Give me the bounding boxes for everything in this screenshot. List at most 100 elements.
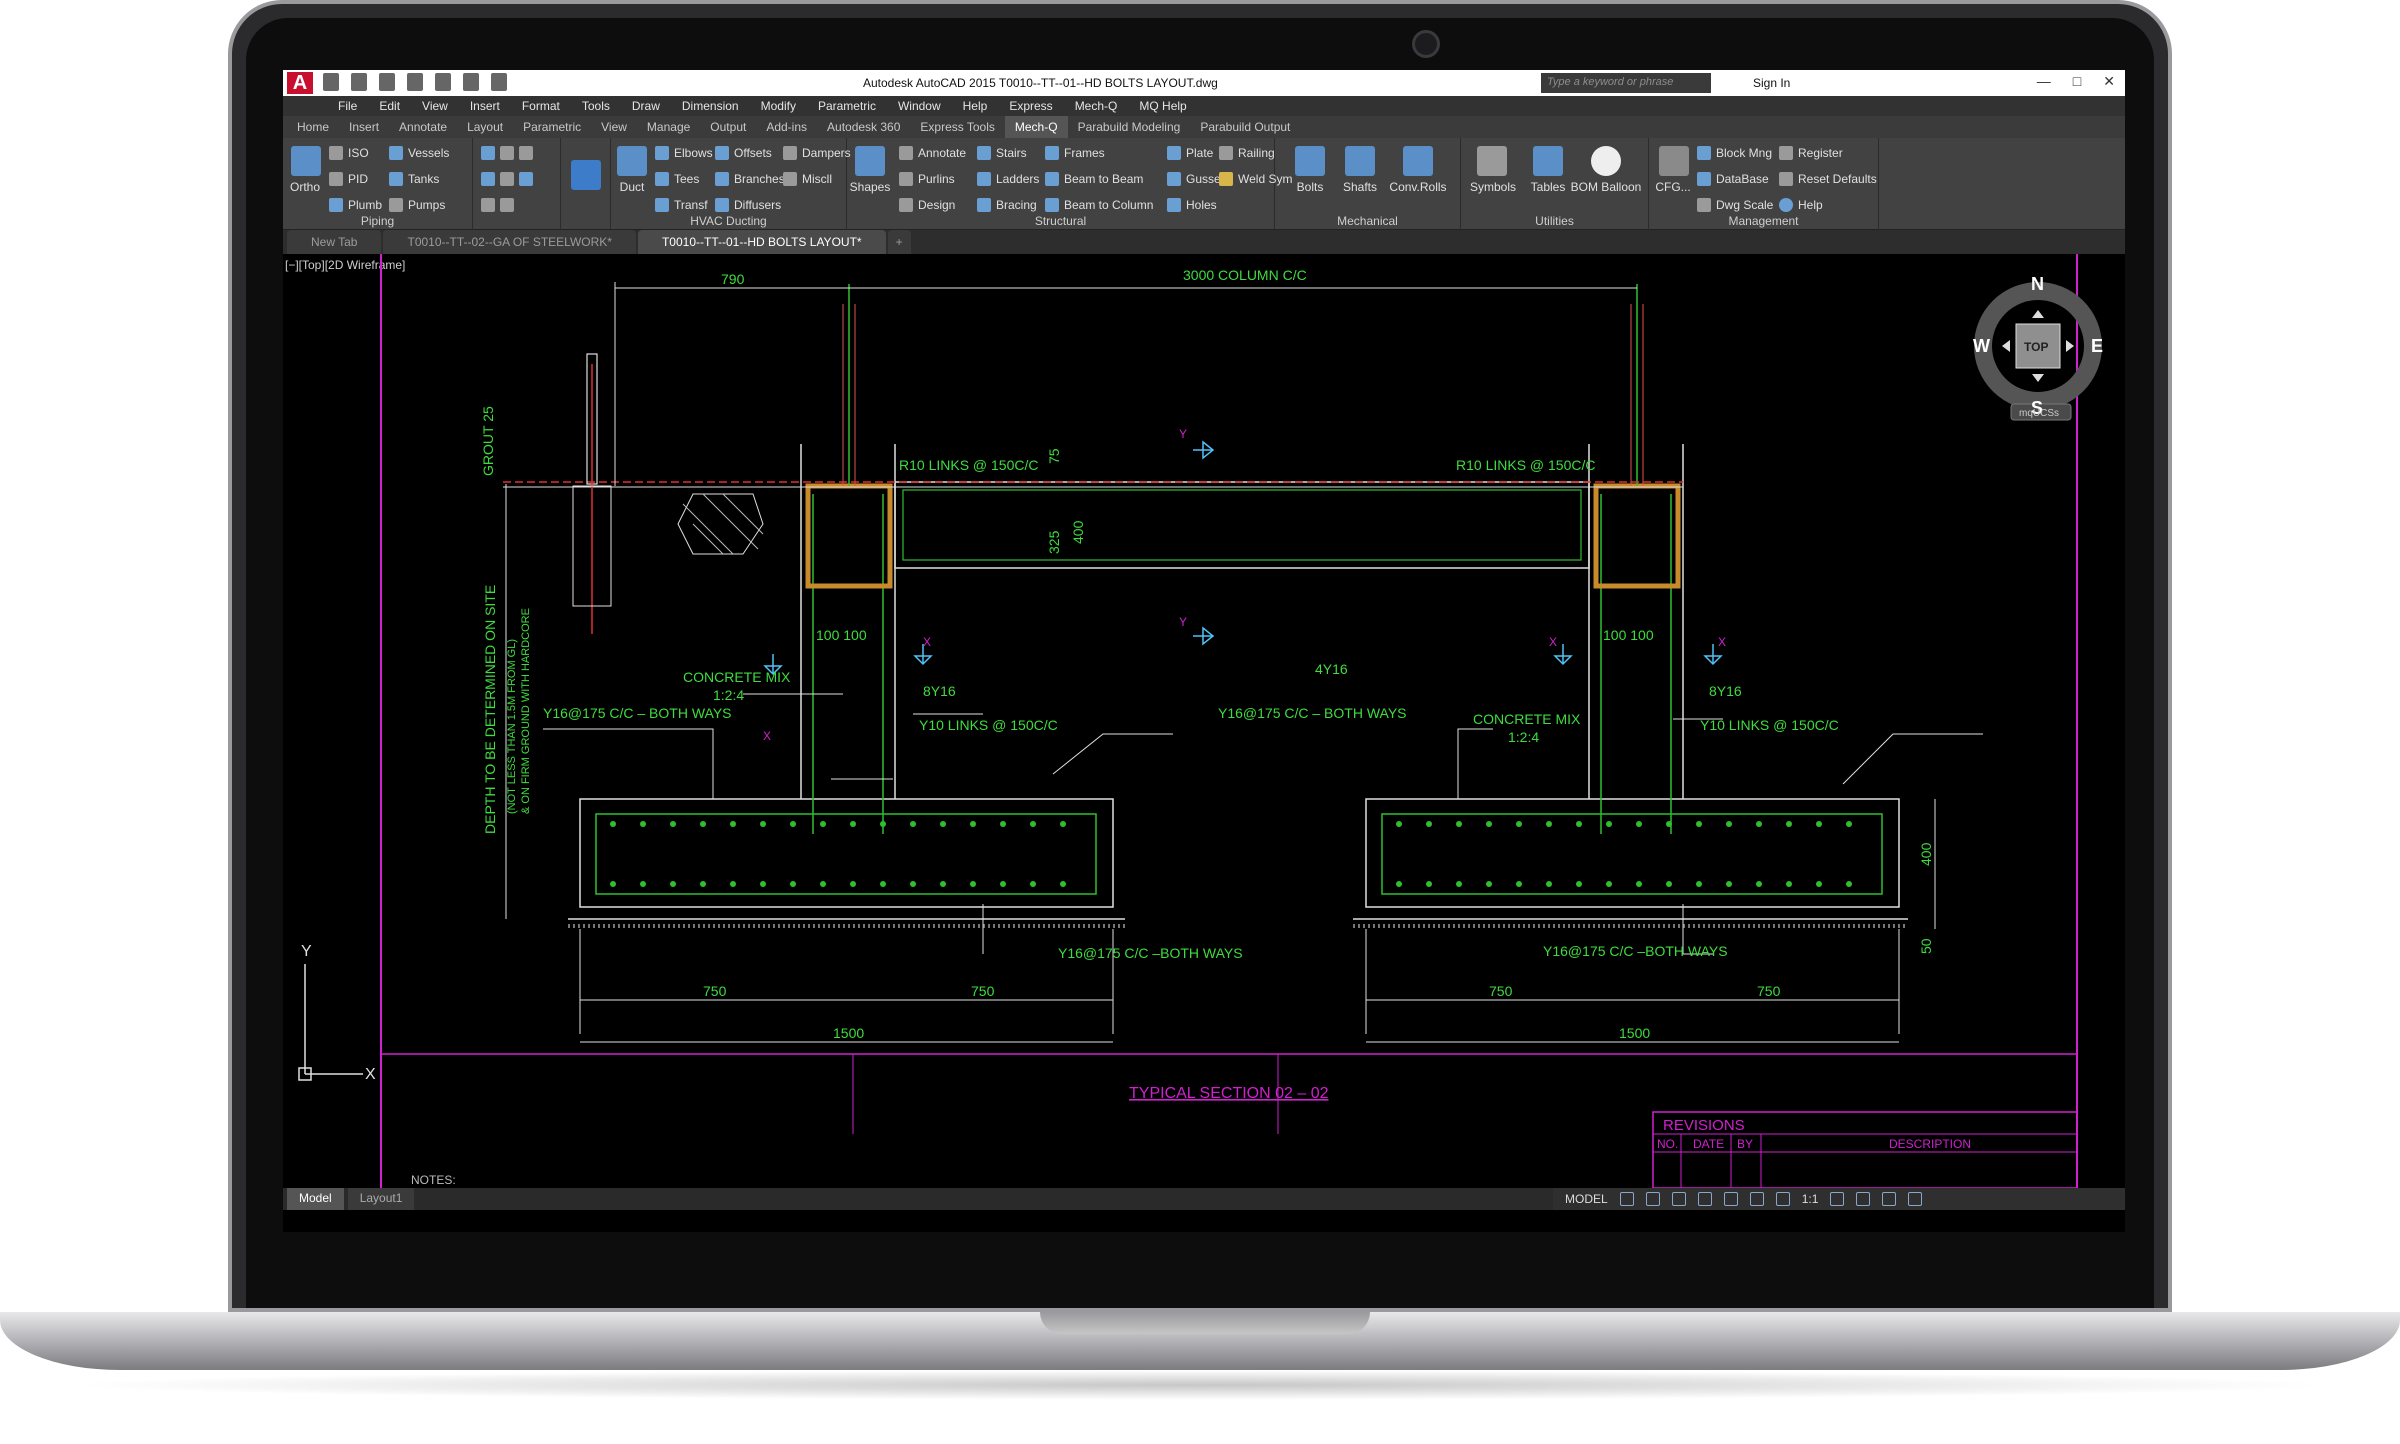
bolts-icon[interactable]	[1295, 146, 1325, 176]
ribbon-tab-express-tools[interactable]: Express Tools	[910, 116, 1004, 138]
tables-icon[interactable]	[1533, 146, 1563, 176]
shapes-button[interactable]: Shapes	[847, 180, 893, 194]
bom-balloon-icon[interactable]	[1591, 146, 1621, 176]
layout-tab-layout1[interactable]: Layout1	[347, 1188, 415, 1210]
piping-tool-2[interactable]	[481, 172, 533, 186]
workspace-gear-icon[interactable]	[1830, 1192, 1845, 1206]
compass-e[interactable]: E	[2091, 336, 2103, 356]
menu-item-dimension[interactable]: Dimension	[671, 96, 750, 116]
open-icon[interactable]	[351, 73, 367, 91]
iso-button[interactable]: ISO	[329, 146, 369, 160]
fullscreen-icon[interactable]	[1882, 1192, 1897, 1206]
menu-item-express[interactable]: Express	[998, 96, 1063, 116]
purlins-button[interactable]: Purlins	[899, 172, 955, 186]
ribbon-tab-manage[interactable]: Manage	[637, 116, 700, 138]
ribbon-tab-insert[interactable]: Insert	[339, 116, 389, 138]
ribbon-tab-mech-q[interactable]: Mech-Q	[1004, 116, 1068, 138]
file-tab-1[interactable]: New Tab	[287, 230, 382, 254]
polar-icon[interactable]	[1697, 1192, 1712, 1206]
gusset-button[interactable]: Gusset	[1167, 172, 1224, 186]
plumb-button[interactable]: Plumb	[329, 198, 382, 212]
menu-item-tools[interactable]: Tools	[571, 96, 621, 116]
object-snap-icon[interactable]	[1723, 1192, 1738, 1206]
drawing-canvas[interactable]: [−][Top][2D Wireframe] Y X 790 3000 COLU…	[283, 254, 2125, 1188]
arrow-tool-icon[interactable]	[571, 160, 601, 190]
save-as-icon[interactable]	[407, 73, 423, 91]
block-mng-button[interactable]: Block Mng	[1697, 146, 1772, 160]
model-space-button[interactable]: MODEL	[1565, 1192, 1608, 1206]
tees-button[interactable]: Tees	[655, 172, 699, 186]
ribbon-tab-add-ins[interactable]: Add-ins	[756, 116, 817, 138]
pid-button[interactable]: PID	[329, 172, 368, 186]
menu-item-view[interactable]: View	[411, 96, 459, 116]
stairs-button[interactable]: Stairs	[977, 146, 1027, 160]
annotation-scale[interactable]: 1:1	[1802, 1192, 1819, 1206]
cfg-button[interactable]: CFG...	[1651, 180, 1695, 194]
piping-tool-3[interactable]	[481, 198, 514, 212]
bolts-button[interactable]: Bolts	[1285, 180, 1335, 194]
menu-item-edit[interactable]: Edit	[368, 96, 411, 116]
lineweight-icon[interactable]	[1749, 1192, 1764, 1206]
help-button[interactable]: Help	[1779, 198, 1823, 212]
search-input[interactable]: Type a keyword or phrase	[1541, 73, 1711, 93]
ladders-button[interactable]: Ladders	[977, 172, 1039, 186]
plate-button[interactable]: Plate	[1167, 146, 1213, 160]
snap-icon[interactable]	[1645, 1192, 1660, 1206]
piping-tool-1[interactable]	[481, 146, 533, 160]
customize-icon[interactable]	[1908, 1192, 1923, 1206]
menu-item-format[interactable]: Format	[511, 96, 571, 116]
ortho-button[interactable]: Ortho	[285, 180, 325, 194]
dwg-scale-button[interactable]: Dwg Scale	[1697, 198, 1773, 212]
undo-icon[interactable]	[463, 73, 479, 91]
symbols-button[interactable]: Symbols	[1465, 180, 1521, 194]
sign-in-button[interactable]: Sign In	[1753, 76, 1790, 90]
save-icon[interactable]	[379, 73, 395, 91]
symbols-icon[interactable]	[1477, 146, 1507, 176]
new-tab-plus-icon[interactable]: +	[887, 230, 911, 254]
shafts-icon[interactable]	[1345, 146, 1375, 176]
menu-item-modify[interactable]: Modify	[750, 96, 807, 116]
menu-item-mq-help[interactable]: MQ Help	[1128, 96, 1197, 116]
bracing-button[interactable]: Bracing	[977, 198, 1037, 212]
cfg-icon[interactable]	[1659, 146, 1689, 176]
ribbon-tab-parabuild-output[interactable]: Parabuild Output	[1190, 116, 1300, 138]
minimize-icon[interactable]: —	[2037, 73, 2051, 90]
ribbon-tab-annotate[interactable]: Annotate	[389, 116, 457, 138]
ribbon-tab-home[interactable]: Home	[287, 116, 339, 138]
menu-item-draw[interactable]: Draw	[621, 96, 671, 116]
conv-rolls-button[interactable]: Conv.Rolls	[1383, 180, 1453, 194]
dampers-button[interactable]: Dampers	[783, 146, 851, 160]
shapes-icon[interactable]	[855, 146, 885, 176]
compass-w[interactable]: W	[1973, 336, 1990, 356]
miscll-button[interactable]: Miscll	[783, 172, 832, 186]
compass-n[interactable]: N	[2031, 274, 2044, 294]
branches-button[interactable]: Branches	[715, 172, 785, 186]
annotation-visibility-icon[interactable]	[1775, 1192, 1790, 1206]
menu-item-file[interactable]: File	[327, 96, 368, 116]
elbows-button[interactable]: Elbows	[655, 146, 713, 160]
beam-to-column-button[interactable]: Beam to Column	[1045, 198, 1153, 212]
new-icon[interactable]	[323, 73, 339, 91]
close-icon[interactable]: ✕	[2103, 73, 2115, 90]
conv-rolls-icon[interactable]	[1403, 146, 1433, 176]
menu-item-help[interactable]: Help	[952, 96, 999, 116]
pumps-button[interactable]: Pumps	[389, 198, 445, 212]
ortho-icon[interactable]	[291, 146, 321, 176]
grid-icon[interactable]	[1619, 1192, 1634, 1206]
reset-defaults-button[interactable]: Reset Defaults	[1779, 172, 1877, 186]
vessels-button[interactable]: Vessels	[389, 146, 449, 160]
menu-item-insert[interactable]: Insert	[459, 96, 511, 116]
ribbon-tab-view[interactable]: View	[591, 116, 637, 138]
isolate-icon[interactable]	[1856, 1192, 1871, 1206]
railing-button[interactable]: Railing	[1219, 146, 1275, 160]
beam-to-beam-button[interactable]: Beam to Beam	[1045, 172, 1143, 186]
duct-button[interactable]: Duct	[613, 180, 651, 194]
layout-tab-model[interactable]: Model	[287, 1188, 344, 1210]
bom-balloon-button[interactable]: BOM Balloon	[1565, 180, 1647, 194]
transf-button[interactable]: Transf	[655, 198, 708, 212]
ribbon-tab-parabuild-modeling[interactable]: Parabuild Modeling	[1068, 116, 1191, 138]
file-tab-3[interactable]: T0010--TT--01--HD BOLTS LAYOUT*	[637, 230, 886, 254]
holes-button[interactable]: Holes	[1167, 198, 1217, 212]
diffusers-button[interactable]: Diffusers	[715, 198, 781, 212]
menu-item-mech-q[interactable]: Mech-Q	[1064, 96, 1129, 116]
